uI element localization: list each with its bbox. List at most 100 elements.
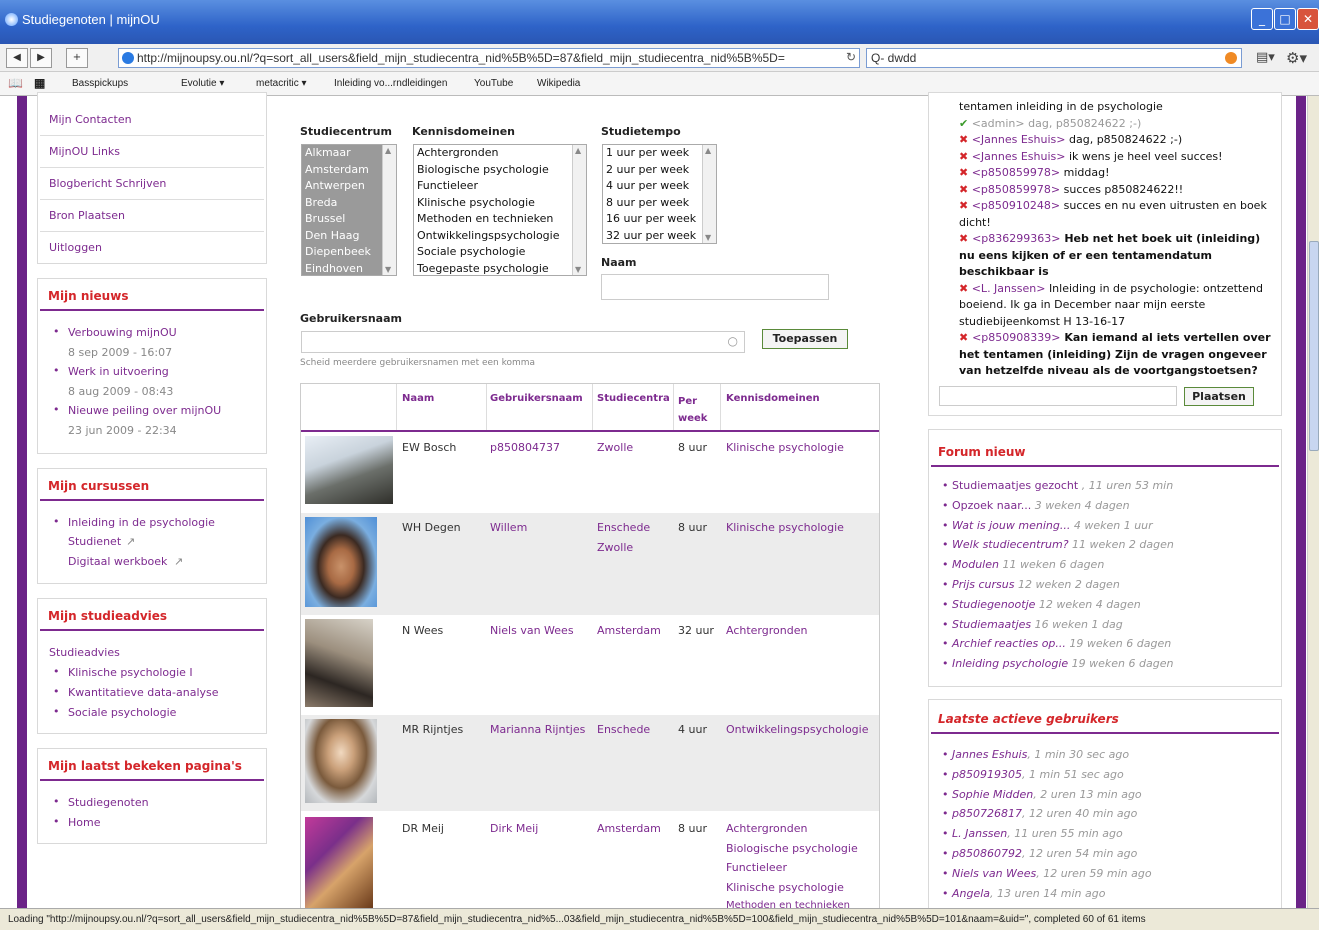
delete-icon[interactable]: ✖	[959, 232, 968, 245]
scroll-up-icon[interactable]: ▲	[705, 146, 711, 155]
reader-icon[interactable]: 📖	[8, 76, 23, 90]
studiecentrum-select[interactable]: Alkmaar Amsterdam Antwerpen Breda Brusse…	[301, 144, 397, 276]
column-header-naam[interactable]: Naam	[402, 393, 434, 404]
scroll-down-icon[interactable]: ▼	[575, 265, 581, 274]
news-item[interactable]: Werk in uitvoering	[68, 365, 169, 378]
advice-item[interactable]: Sociale psychologie	[68, 706, 176, 719]
scroll-up-icon[interactable]: ▲	[385, 146, 391, 155]
list-scrollbar[interactable]: ▲ ▼	[382, 145, 396, 275]
bookmark-item[interactable]: Evolutie ▾	[181, 78, 224, 89]
delete-icon[interactable]: ✖	[959, 150, 968, 163]
search-input[interactable]: Q- dwdd	[866, 48, 1242, 68]
menu-item-contacten[interactable]: Mijn Contacten	[49, 113, 132, 126]
menu-item-blog[interactable]: Blogbericht Schrijven	[49, 177, 166, 190]
kennisdomein-option[interactable]: Sociale psychologie	[414, 244, 586, 261]
scrollbar-thumb[interactable]	[1309, 241, 1319, 451]
kennisdomeinen-select[interactable]: Achtergronden Biologische psychologie Fu…	[413, 144, 587, 276]
row-gebruikersnaam[interactable]: p850804737	[490, 441, 560, 454]
forward-icon[interactable]: ▶	[30, 48, 52, 68]
user-photo[interactable]	[305, 719, 377, 803]
menu-item-links[interactable]: MijnOU Links	[49, 145, 120, 158]
bookmark-item[interactable]: Wikipedia	[537, 78, 580, 89]
news-item[interactable]: Verbouwing mijnOU	[68, 326, 177, 339]
bookmark-item[interactable]: metacritic ▾	[256, 78, 307, 89]
row-gebruikersnaam[interactable]: Marianna Rijntjes	[490, 723, 585, 736]
advice-link[interactable]: Studieadvies	[49, 646, 120, 659]
studietempo-select[interactable]: 1 uur per week 2 uur per week 4 uur per …	[602, 144, 717, 244]
recent-page-item[interactable]: Studiegenoten	[68, 796, 149, 809]
studietempo-option[interactable]: 1 uur per week	[603, 145, 716, 162]
minimize-button[interactable]: _	[1251, 8, 1273, 30]
apply-button[interactable]: Toepassen	[762, 329, 848, 349]
delete-icon[interactable]: ✖	[959, 133, 968, 146]
bookmark-item[interactable]: YouTube	[474, 78, 513, 89]
news-date: 23 jun 2009 - 22:34	[68, 424, 177, 437]
bookmark-item[interactable]: Basspickups	[72, 78, 128, 89]
recent-page-item[interactable]: Home	[68, 816, 100, 829]
close-button[interactable]: ✕	[1297, 8, 1319, 30]
column-header-gebruikersnaam[interactable]: Gebruikersnaam	[490, 393, 583, 404]
advice-item[interactable]: Klinische psychologie I	[68, 666, 193, 679]
menu-item-bron[interactable]: Bron Plaatsen	[49, 209, 125, 222]
back-icon[interactable]: ◀	[6, 48, 28, 68]
studietempo-option[interactable]: 2 uur per week	[603, 162, 716, 179]
kennisdomein-option[interactable]: Functieleer	[414, 178, 586, 195]
scroll-down-icon[interactable]: ▼	[385, 265, 391, 274]
studietempo-option[interactable]: 4 uur per week	[603, 178, 716, 195]
chat-send-button[interactable]: Plaatsen	[1184, 387, 1254, 406]
maximize-button[interactable]: □	[1274, 8, 1296, 30]
column-header-studiecentra[interactable]: Studiecentra	[597, 393, 670, 404]
status-bar: Loading "http://mijnoupsy.ou.nl/?q=sort_…	[0, 908, 1319, 930]
news-item[interactable]: Nieuwe peiling over mijnOU	[68, 404, 221, 417]
menu-item-uitloggen[interactable]: Uitloggen	[49, 241, 102, 254]
delete-icon[interactable]: ✖	[959, 166, 968, 179]
reload-icon[interactable]: ↻	[846, 50, 856, 64]
row-gebruikersnaam[interactable]: Dirk Meij	[490, 822, 538, 835]
row-gebruikersnaam[interactable]: Niels van Wees	[490, 624, 574, 637]
search-value: Q- dwdd	[871, 51, 917, 65]
course-link[interactable]: Inleiding in de psychologie	[68, 516, 215, 529]
user-photo[interactable]	[305, 517, 377, 607]
bullet-icon: •	[53, 795, 60, 808]
user-photo[interactable]	[305, 619, 373, 707]
chat-input[interactable]	[939, 386, 1177, 406]
gebruikersnaam-input[interactable]: ○	[301, 331, 745, 353]
naam-input[interactable]	[601, 274, 829, 300]
advice-item[interactable]: Kwantitatieve data-analyse	[68, 686, 219, 699]
kennisdomein-option[interactable]: Biologische psychologie	[414, 162, 586, 179]
page-menu-icon[interactable]: ▤▾	[1256, 50, 1275, 65]
scroll-down-icon[interactable]: ▼	[705, 233, 711, 242]
delete-icon[interactable]: ✖	[959, 331, 968, 344]
delete-icon[interactable]: ✖	[959, 282, 968, 295]
kennisdomein-option[interactable]: Klinische psychologie	[414, 195, 586, 212]
studietempo-option[interactable]: 8 uur per week	[603, 195, 716, 212]
kennisdomein-option[interactable]: Ontwikkelingspsychologie	[414, 228, 586, 245]
check-icon: ✔	[959, 116, 969, 130]
gear-icon[interactable]: ⚙▾	[1286, 49, 1307, 67]
address-bar[interactable]: http://mijnoupsy.ou.nl/?q=sort_all_users…	[118, 48, 860, 68]
list-scrollbar[interactable]: ▲ ▼	[702, 145, 716, 243]
delete-icon[interactable]: ✖	[959, 199, 968, 212]
column-header-per-week[interactable]: Per week	[678, 393, 716, 427]
row-studiecentrum: Zwolle	[597, 541, 634, 554]
add-bookmark-icon[interactable]: +	[66, 48, 88, 68]
kennisdomein-option[interactable]: Achtergronden	[414, 145, 586, 162]
studietempo-option[interactable]: 32 uur per week	[603, 228, 716, 244]
list-scrollbar[interactable]: ▲ ▼	[572, 145, 586, 275]
list-item: • Inleiding psychologie 19 weken 6 dagen	[942, 657, 1174, 671]
grid-icon[interactable]: ▦	[34, 76, 45, 90]
studienet-link[interactable]: Studienet	[68, 535, 121, 548]
scroll-up-icon[interactable]: ▲	[575, 146, 581, 155]
werkboek-link[interactable]: Digitaal werkboek	[68, 555, 167, 568]
column-header-kennisdomeinen[interactable]: Kennisdomeinen	[726, 393, 820, 404]
studietempo-option[interactable]: 16 uur per week	[603, 211, 716, 228]
user-photo[interactable]	[305, 817, 373, 908]
kennisdomein-option[interactable]: Methoden en technieken	[414, 211, 586, 228]
user-photo[interactable]	[305, 436, 393, 504]
search-engine-icon[interactable]	[1225, 52, 1237, 64]
kennisdomein-option[interactable]: Toegepaste psychologie	[414, 261, 586, 276]
vertical-scrollbar[interactable]	[1307, 96, 1319, 908]
delete-icon[interactable]: ✖	[959, 183, 968, 196]
bookmark-item[interactable]: Inleiding vo...rndleidingen	[334, 78, 447, 89]
row-gebruikersnaam[interactable]: Willem	[490, 521, 527, 534]
